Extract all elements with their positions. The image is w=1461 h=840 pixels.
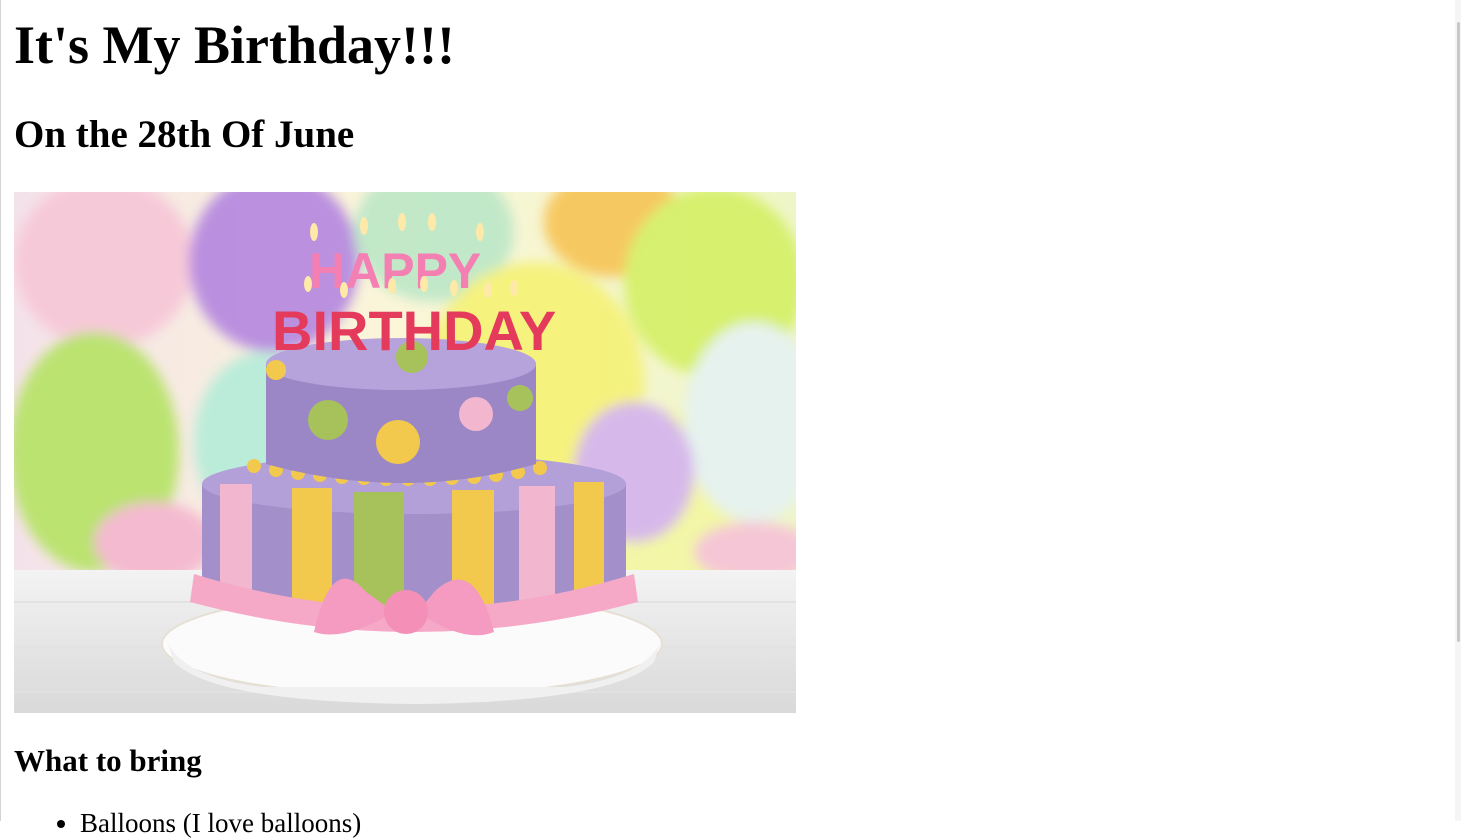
page-title: It's My Birthday!!! xyxy=(14,15,455,75)
page: It's My Birthday!!! On the 28th Of June xyxy=(0,0,1461,838)
list-item: Balloons (I love balloons) xyxy=(80,806,361,840)
section-heading-what-to-bring: What to bring xyxy=(14,743,202,778)
bring-list: Balloons (I love balloons) xyxy=(14,806,361,840)
page-subtitle: On the 28th Of June xyxy=(14,113,355,156)
vertical-scrollbar[interactable] xyxy=(1455,0,1461,821)
birthday-cake-image: HAPPY BIRTHDAY xyxy=(14,192,796,713)
scrollbar-thumb[interactable] xyxy=(1457,22,1460,642)
candle-birthday-text: BIRTHDAY xyxy=(272,299,556,362)
